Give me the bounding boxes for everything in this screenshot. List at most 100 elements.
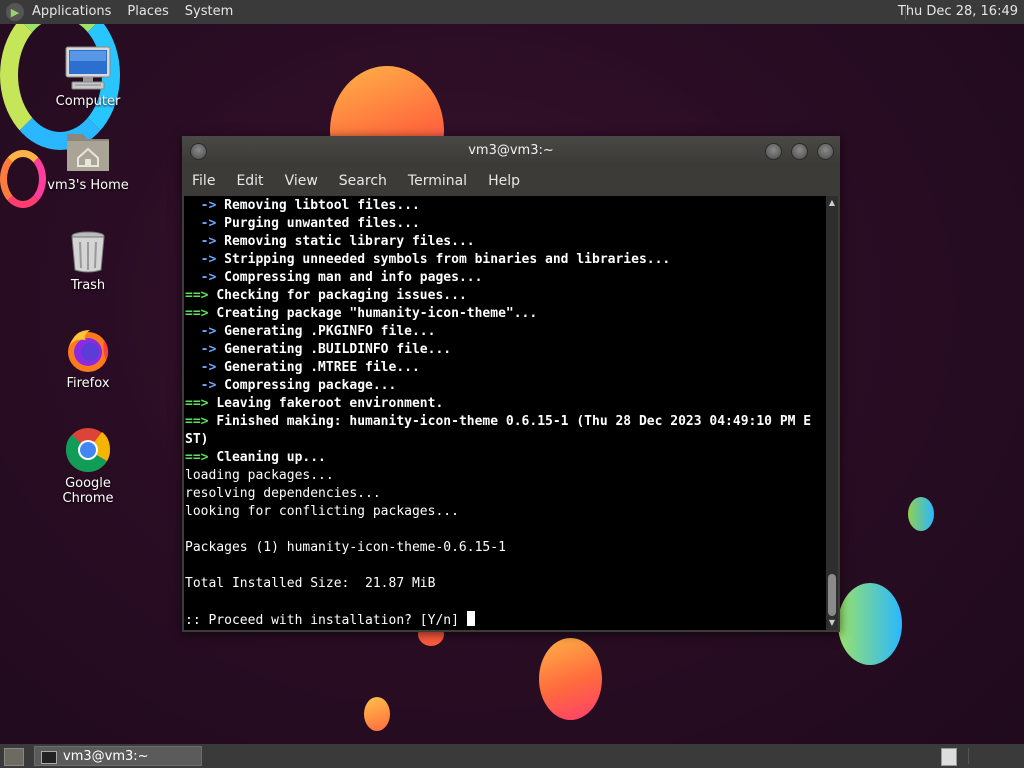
terminal-line-text: Compressing man and info pages... bbox=[224, 270, 483, 285]
terminal-line-text: Total Installed Size: 21.87 MiB bbox=[185, 576, 436, 591]
terminal-line-prefix: -> bbox=[185, 360, 225, 375]
terminal-line-prefix: -> bbox=[185, 342, 225, 357]
terminal-icon bbox=[41, 751, 57, 764]
terminal-line-prefix: -> bbox=[185, 252, 225, 267]
desktop-icon-label: Firefox bbox=[66, 376, 110, 391]
menu-system[interactable]: System bbox=[177, 0, 241, 24]
menu-file[interactable]: File bbox=[182, 173, 226, 189]
terminal-line-text: Packages (1) humanity-icon-theme-0.6.15-… bbox=[185, 540, 506, 555]
top-panel: ▶ Applications Places System Thu Dec 28,… bbox=[0, 0, 1024, 24]
desktop-icon-trash[interactable]: Trash bbox=[38, 228, 138, 293]
scroll-up-arrow-icon[interactable]: ▲ bbox=[826, 198, 838, 208]
terminal-menubar: File Edit View Search Terminal Help bbox=[182, 166, 840, 196]
desktop-icon-firefox[interactable]: Firefox bbox=[38, 326, 138, 391]
terminal-line-prefix: -> bbox=[185, 234, 225, 249]
terminal-line: Total Installed Size: 21.87 MiB bbox=[185, 575, 826, 593]
desktop-icon-label: vm3's Home bbox=[47, 178, 129, 193]
menu-places[interactable]: Places bbox=[119, 0, 176, 24]
trash-icon bbox=[64, 228, 112, 276]
chrome-icon bbox=[64, 426, 112, 474]
menu-help[interactable]: Help bbox=[478, 173, 531, 189]
terminal-line: ==> Leaving fakeroot environment. bbox=[185, 395, 826, 413]
terminal-line: loading packages... bbox=[185, 467, 826, 485]
computer-icon bbox=[64, 44, 112, 92]
terminal-line-prefix: ==> bbox=[185, 288, 217, 303]
terminal-line-text: Creating package "humanity-icon-theme"..… bbox=[216, 306, 538, 321]
terminal-line-text: looking for conflicting packages... bbox=[185, 504, 459, 519]
terminal-line: -> Generating .BUILDINFO file... bbox=[185, 341, 826, 359]
desktop-icon-home[interactable]: vm3's Home bbox=[38, 128, 138, 193]
menu-terminal[interactable]: Terminal bbox=[398, 173, 478, 189]
panel-separator bbox=[968, 748, 969, 764]
terminal-line-prefix: -> bbox=[185, 324, 225, 339]
terminal-line: ==> Finished making: humanity-icon-theme… bbox=[185, 413, 826, 431]
terminal-line: -> Generating .PKGINFO file... bbox=[185, 323, 826, 341]
terminal-line-prefix: -> bbox=[185, 270, 225, 285]
terminal-output-area[interactable]: -> Removing libtool files... -> Purging … bbox=[184, 196, 826, 630]
terminal-line-text: Compressing package... bbox=[224, 378, 397, 393]
show-desktop-icon[interactable] bbox=[4, 748, 24, 766]
desktop-icon-computer[interactable]: Computer bbox=[38, 44, 138, 109]
terminal-line-text: Leaving fakeroot environment. bbox=[216, 396, 444, 411]
terminal-line-prefix: -> bbox=[185, 378, 225, 393]
terminal-line-text: resolving dependencies... bbox=[185, 486, 381, 501]
terminal-line: -> Generating .MTREE file... bbox=[185, 359, 826, 377]
terminal-line-text: Generating .PKGINFO file... bbox=[224, 324, 436, 339]
terminal-line-text: Removing static library files... bbox=[224, 234, 475, 249]
menu-search[interactable]: Search bbox=[329, 173, 398, 189]
bottom-panel: vm3@vm3:~ bbox=[0, 744, 1024, 768]
terminal-line-text: Generating .MTREE file... bbox=[224, 360, 420, 375]
terminal-line: -> Stripping unneeded symbols from binar… bbox=[185, 251, 826, 269]
terminal-line: ==> Creating package "humanity-icon-them… bbox=[185, 305, 826, 323]
terminal-line: :: Proceed with installation? [Y/n] bbox=[185, 611, 826, 629]
terminal-line-text: Checking for packaging issues... bbox=[216, 288, 467, 303]
desktop-icon-label: Google Chrome bbox=[62, 476, 114, 506]
desktop-icon-label: Computer bbox=[55, 94, 121, 109]
window-titlebar[interactable]: vm3@vm3:~ bbox=[182, 136, 840, 166]
terminal-line-prefix: ==> bbox=[185, 396, 217, 411]
terminal-line-text: Removing libtool files... bbox=[224, 198, 420, 213]
scrollbar-thumb[interactable] bbox=[828, 574, 836, 616]
terminal-scrollbar[interactable]: ▲ ▼ bbox=[826, 196, 838, 630]
terminal-line-text: Generating .BUILDINFO file... bbox=[224, 342, 452, 357]
desktop-icon-chrome[interactable]: Google Chrome bbox=[38, 426, 138, 506]
terminal-line-prefix: ==> bbox=[185, 450, 217, 465]
workspace-switcher[interactable] bbox=[941, 748, 957, 766]
clock[interactable]: Thu Dec 28, 16:49 bbox=[898, 0, 1018, 24]
wallpaper-shape bbox=[838, 583, 902, 665]
terminal-output: -> Removing libtool files... -> Purging … bbox=[184, 196, 826, 629]
terminal-line: looking for conflicting packages... bbox=[185, 503, 826, 521]
menu-applications[interactable]: Applications bbox=[24, 0, 119, 24]
terminal-line-text: Stripping unneeded symbols from binaries… bbox=[224, 252, 671, 267]
terminal-line: -> Removing static library files... bbox=[185, 233, 826, 251]
terminal-line: -> Removing libtool files... bbox=[185, 197, 826, 215]
wallpaper-shape bbox=[908, 497, 934, 531]
terminal-line-prefix: -> bbox=[185, 198, 225, 213]
taskbar-window-label: vm3@vm3:~ bbox=[63, 749, 149, 764]
terminal-line: Packages (1) humanity-icon-theme-0.6.15-… bbox=[185, 539, 826, 557]
desktop-icon-label: Trash bbox=[70, 278, 106, 293]
terminal-window[interactable]: vm3@vm3:~ File Edit View Search Terminal… bbox=[182, 136, 840, 632]
close-button[interactable] bbox=[817, 143, 834, 160]
terminal-line: -> Purging unwanted files... bbox=[185, 215, 826, 233]
applications-logo-icon[interactable]: ▶ bbox=[6, 3, 24, 21]
terminal-line: ==> Cleaning up... bbox=[185, 449, 826, 467]
terminal-line: resolving dependencies... bbox=[185, 485, 826, 503]
minimize-button[interactable] bbox=[765, 143, 782, 160]
menu-view[interactable]: View bbox=[275, 173, 329, 189]
firefox-icon bbox=[64, 326, 112, 374]
window-menu-icon[interactable] bbox=[190, 143, 207, 160]
menu-edit[interactable]: Edit bbox=[226, 173, 274, 189]
terminal-line-text: Finished making: humanity-icon-theme 0.6… bbox=[216, 414, 812, 429]
taskbar-window-button[interactable]: vm3@vm3:~ bbox=[34, 746, 202, 766]
terminal-line-text: loading packages... bbox=[185, 468, 334, 483]
terminal-line-text: Cleaning up... bbox=[216, 450, 326, 465]
maximize-button[interactable] bbox=[791, 143, 808, 160]
terminal-line-prefix: ==> bbox=[185, 306, 217, 321]
terminal-line: -> Compressing package... bbox=[185, 377, 826, 395]
terminal-line-text: ST) bbox=[185, 432, 209, 447]
scroll-down-arrow-icon[interactable]: ▼ bbox=[826, 618, 838, 628]
terminal-line: ==> Checking for packaging issues... bbox=[185, 287, 826, 305]
